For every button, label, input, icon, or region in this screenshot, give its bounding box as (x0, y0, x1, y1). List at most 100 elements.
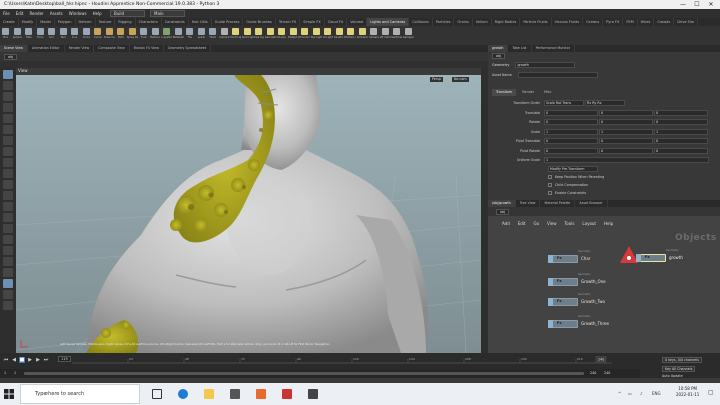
jump-end-icon[interactable]: ⏭ (43, 357, 49, 363)
enable-constraints-checkbox[interactable] (548, 191, 552, 195)
net-menu-view[interactable]: View (543, 221, 561, 226)
houdini-app-icon[interactable] (256, 389, 266, 399)
auto-update-toggle[interactable]: Auto Update (662, 374, 683, 378)
shelf-tab-fem[interactable]: FEM (623, 18, 638, 26)
shelf-tool-spot-light[interactable]: Spot Light (242, 26, 254, 45)
shelf-tool-path[interactable]: Path (115, 26, 127, 45)
windows-start-icon[interactable] (4, 389, 14, 399)
guides-icon[interactable] (3, 290, 13, 299)
menu-file[interactable]: File (0, 11, 13, 16)
shelf-tool-font[interactable]: Font (138, 26, 150, 45)
shelf-tool-caustic-light[interactable]: Caustic Light (334, 26, 346, 45)
shelf-tab-simple-fx[interactable]: Simple FX (300, 18, 325, 26)
shelf-tool-camera[interactable]: Camera (368, 26, 380, 45)
shelf-tab-viscous-fluids[interactable]: Viscous Fluids (552, 18, 584, 26)
shelf-tab-model[interactable]: Model (37, 18, 55, 26)
param-field[interactable]: 1 (599, 128, 653, 135)
shelf-tool-torus[interactable]: Torus (35, 26, 47, 45)
shelf-tool-volume-light[interactable]: Volume Light (276, 26, 288, 45)
points-icon[interactable] (3, 158, 13, 167)
menu-help[interactable]: Help (90, 11, 105, 16)
tab-misc[interactable]: Misc (540, 88, 557, 96)
shelf-tool-environment-light[interactable]: Environment Light (299, 26, 311, 45)
rotate-tool-icon[interactable] (3, 92, 13, 101)
menu-assets[interactable]: Assets (47, 11, 66, 16)
shelf-tool-sphere[interactable]: Sphere (12, 26, 24, 45)
taskbar-search-box[interactable]: ⌕ Type here to search (20, 384, 140, 404)
range-slider[interactable] (24, 372, 584, 375)
shelf-tool-file[interactable]: File (184, 26, 196, 45)
pose-tool-icon[interactable] (3, 125, 13, 134)
volume-icon[interactable]: ♪ (640, 391, 643, 396)
param-field[interactable]: 0 (544, 138, 598, 144)
tray-up-icon[interactable]: ^ (618, 391, 621, 396)
lasso-icon[interactable] (3, 279, 13, 288)
param-field[interactable]: 0 (599, 147, 653, 154)
net-menu-help[interactable]: Help (600, 221, 617, 226)
net-menu-go[interactable]: Go (530, 221, 544, 226)
shelf-tool-circle[interactable]: Circle (81, 26, 93, 45)
param-field[interactable]: 1 (654, 128, 708, 135)
snap-icon[interactable] (3, 147, 13, 156)
range-end-field[interactable]: 240 (590, 371, 596, 375)
menu-edit[interactable]: Edit (13, 11, 27, 16)
node-growth-display-flag[interactable] (636, 254, 641, 262)
param-field[interactable]: 1 (544, 157, 709, 163)
network-icon[interactable]: ▭ (628, 391, 632, 396)
shelf-tool-line[interactable]: Line (69, 26, 81, 45)
shelf-tab-vellum[interactable]: Vellum (473, 18, 492, 26)
shelf-tab-collisions[interactable]: Collisions (409, 18, 433, 26)
shelf-tool-ambient-light[interactable]: Ambient Light (357, 26, 369, 45)
bones-icon[interactable] (3, 257, 13, 266)
jump-start-icon[interactable]: ⏮ (3, 357, 9, 363)
param-field[interactable]: 0 (544, 119, 598, 125)
edges-icon[interactable] (3, 169, 13, 178)
shelf-tool-helix[interactable]: Helix (207, 26, 219, 45)
shelf-tab-grains[interactable]: Grains (454, 18, 473, 26)
current-frame-field[interactable]: 119 (58, 356, 71, 362)
handle-tool-icon[interactable] (3, 114, 13, 123)
shelf-tab-cloud-fx[interactable]: Cloud FX (325, 18, 348, 26)
tab-render-view[interactable]: Render View (65, 45, 95, 52)
tab-take-list[interactable]: Take List (508, 45, 532, 52)
menu-render[interactable]: Render (26, 11, 46, 16)
taskbar-clock[interactable]: 10:58 PM 2022-01-11 (676, 386, 699, 398)
tab-geometry-spreadsheet[interactable]: Geometry Spreadsheet (164, 45, 212, 52)
task-view-icon[interactable] (152, 389, 162, 399)
tab-tree-view[interactable]: Tree View (516, 200, 541, 207)
input-language[interactable]: ENG (652, 391, 661, 396)
shelf-tab-polygon[interactable]: Polygon (55, 18, 76, 26)
shelf-tool-portal-light[interactable]: Portal Light (345, 26, 357, 45)
net-menu-edit[interactable]: Edit (514, 221, 530, 226)
maximize-button[interactable]: ☐ (690, 0, 704, 9)
param-field[interactable]: Scale Rot Trans (544, 100, 584, 106)
stop-icon[interactable]: ■ (19, 356, 25, 363)
close-button[interactable]: ✕ (704, 0, 718, 9)
key-all-channels-button[interactable]: Key All Channels (662, 366, 696, 372)
shelf-tab-wires[interactable]: Wires (638, 18, 655, 26)
step-forward-icon[interactable]: ▶ (35, 357, 41, 363)
tab-motion-fx-view[interactable]: Motion FX View (130, 45, 164, 52)
shelf-tool-box[interactable]: Box (0, 26, 12, 45)
menu-windows[interactable]: Windows (66, 11, 90, 16)
tab-composite-view[interactable]: Composite View (94, 45, 130, 52)
net-menu-layout[interactable]: Layout (578, 221, 600, 226)
net-menu-add[interactable]: Add (498, 221, 514, 226)
node-growth-three-display-flag[interactable] (548, 320, 553, 328)
minimize-button[interactable]: — (676, 0, 690, 9)
paint-icon[interactable] (3, 268, 13, 277)
shelf-tool-l-system[interactable]: L-System (161, 26, 173, 45)
tab-scene-view[interactable]: Scene View (0, 45, 28, 52)
tab-asset-browser[interactable]: Asset Browser (575, 200, 608, 207)
network-canvas[interactable] (493, 229, 720, 353)
objects-icon[interactable] (3, 202, 13, 211)
shelf-tool-camera[interactable]: Camera (219, 26, 231, 45)
shelf-tool-vr-camera[interactable]: VR Camera (380, 26, 392, 45)
shelf-tab-volume[interactable]: Volume (347, 18, 368, 26)
primitives-icon[interactable] (3, 180, 13, 189)
param-field[interactable]: 0 (544, 147, 598, 154)
vertices-icon[interactable] (3, 191, 13, 200)
tab-animation-editor[interactable]: Animation Editor (28, 45, 65, 52)
light-icon[interactable] (3, 246, 13, 255)
shelf-tab-rigging[interactable]: Rigging (115, 18, 136, 26)
